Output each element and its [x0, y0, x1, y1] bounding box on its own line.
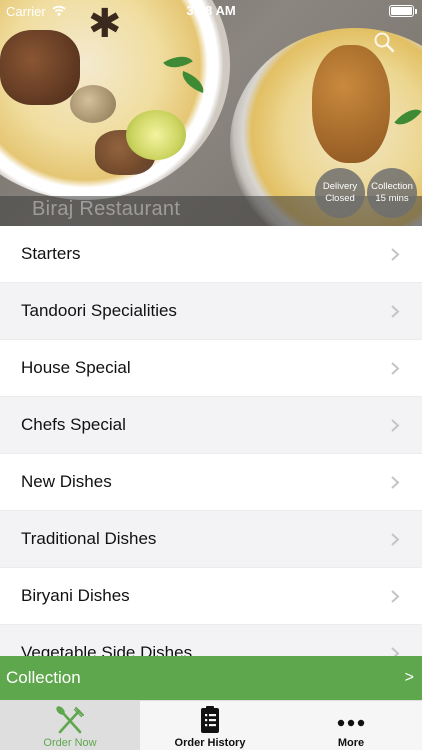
chevron-right-icon	[391, 476, 400, 489]
tab-more[interactable]: More	[281, 701, 421, 750]
menu-item-house-special[interactable]: House Special	[0, 340, 422, 397]
menu-item-label: Vegetable Side Dishes	[21, 643, 193, 656]
menu-item-label: Biryani Dishes	[21, 586, 130, 605]
chevron-right-icon	[391, 419, 400, 432]
delivery-status-badge: Delivery Closed	[315, 168, 365, 218]
mushroom	[70, 85, 116, 123]
tab-label: More	[337, 737, 365, 749]
collection-bar-arrow: >	[404, 669, 414, 686]
tab-label: Order History	[174, 737, 246, 749]
collection-order-bar[interactable]: Collection >	[0, 656, 422, 700]
more-dots-icon	[337, 719, 365, 727]
menu-item-label: Traditional Dishes	[21, 529, 157, 548]
collection-time-badge: Collection 15 mins	[367, 168, 417, 218]
menu-item-label: Starters	[21, 244, 81, 263]
tab-order-history[interactable]: Order History	[140, 701, 280, 750]
collection-badge-title: Collection	[371, 181, 413, 192]
tab-label: Order Now	[43, 737, 97, 749]
menu-item-chefs-special[interactable]: Chefs Special	[0, 397, 422, 454]
search-icon[interactable]	[372, 30, 396, 54]
meat-piece	[0, 30, 80, 105]
receipt-icon	[201, 706, 219, 733]
chicken-drumstick	[312, 45, 390, 163]
menu-item-label: House Special	[21, 358, 131, 377]
chevron-right-icon	[391, 647, 400, 656]
delivery-badge-status: Closed	[325, 193, 355, 204]
chevron-right-icon	[391, 590, 400, 603]
collection-badge-time: 15 mins	[375, 193, 409, 204]
status-time: 3:18 AM	[186, 3, 236, 18]
hero-banner: ✱ Biraj Restaurant Delivery Closed Colle…	[0, 0, 422, 226]
delivery-badge-title: Delivery	[322, 181, 358, 192]
battery-icon	[389, 5, 414, 17]
menu-item-starters[interactable]: Starters	[0, 226, 422, 283]
menu-item-label: Tandoori Specialities	[21, 301, 177, 320]
menu-item-tandoori-specialities[interactable]: Tandoori Specialities	[0, 283, 422, 340]
menu-item-traditional-dishes[interactable]: Traditional Dishes	[0, 511, 422, 568]
chevron-right-icon	[391, 533, 400, 546]
bottom-tab-bar: Order Now Order History More	[0, 700, 422, 750]
lime-slice	[126, 110, 186, 160]
menu-item-new-dishes[interactable]: New Dishes	[0, 454, 422, 511]
battery-tip	[415, 9, 417, 14]
tab-order-now[interactable]: Order Now	[0, 701, 140, 750]
menu-item-label: New Dishes	[21, 472, 112, 491]
menu-item-label: Chefs Special	[21, 415, 126, 434]
fork-knife-icon	[56, 706, 84, 734]
chevron-right-icon	[391, 305, 400, 318]
collection-bar-label: Collection	[6, 668, 81, 687]
menu-item-vegetable-side-dishes[interactable]: Vegetable Side Dishes	[0, 625, 422, 656]
restaurant-name: Biraj Restaurant	[32, 198, 181, 220]
chevron-right-icon	[391, 248, 400, 261]
status-bar: Carrier 3:18 AM	[0, 0, 422, 22]
menu-category-list[interactable]: Starters Tandoori Specialities House Spe…	[0, 226, 422, 656]
chevron-right-icon	[391, 362, 400, 375]
menu-item-biryani-dishes[interactable]: Biryani Dishes	[0, 568, 422, 625]
